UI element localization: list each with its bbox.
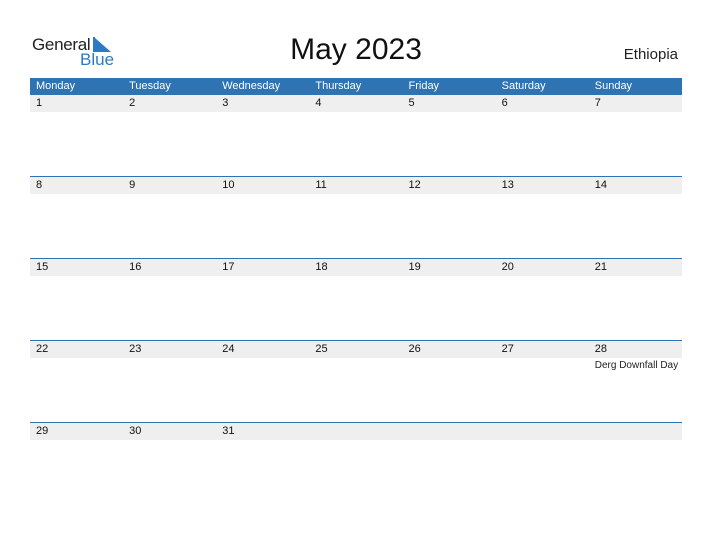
week-row: 29 30 31 [30,422,682,504]
day-number: 22 [36,343,49,355]
country-label: Ethiopia [623,46,678,63]
day-number: 26 [408,343,421,355]
day-event [403,276,496,278]
day-event [589,276,682,278]
day-event [589,440,682,442]
weekday-header: Monday Tuesday Wednesday Thursday Friday… [30,78,682,95]
day-number: 12 [408,179,421,191]
day-number: 20 [501,261,514,273]
calendar-grid: Monday Tuesday Wednesday Thursday Friday… [30,78,682,504]
day-number: 3 [222,97,229,109]
day-number: 24 [222,343,235,355]
day-number: 7 [594,97,601,109]
day-number [589,423,682,440]
day-event [216,276,309,278]
day-event [30,276,123,278]
day-event [123,358,216,371]
day-event [30,112,123,114]
day-event [403,194,496,196]
day-number: 21 [594,261,607,273]
day-number [309,423,402,440]
day-number [496,423,589,440]
day-number: 11 [315,179,327,191]
holiday-event: Derg Downfall Day [594,360,679,371]
day-number: 18 [315,261,328,273]
day-event [123,112,216,114]
day-event [496,112,589,114]
day-event [216,358,309,371]
week-row: 22 23 24 25 26 27 28 Derg Downfall Day [30,340,682,422]
day-event [589,194,682,196]
page-title: May 2023 [290,33,422,66]
day-number: 14 [594,179,607,191]
day-number: 2 [129,97,136,109]
week-row: 15 16 17 18 19 20 21 [30,258,682,340]
day-event [403,112,496,114]
day-event [216,440,309,442]
weekday-wednesday: Wednesday [222,80,281,92]
day-event [216,194,309,196]
day-number: 15 [36,261,49,273]
day-number: 1 [36,97,43,109]
day-event [309,440,402,442]
day-event [403,358,496,371]
day-event [496,276,589,278]
day-event [309,358,402,371]
day-event [30,194,123,196]
weekday-thursday: Thursday [315,80,362,92]
day-event [403,440,496,442]
week-row: 8 9 10 11 12 13 14 [30,176,682,258]
day-number: 25 [315,343,328,355]
day-event [309,112,402,114]
day-event [589,112,682,114]
week-row: 1 2 3 4 5 6 7 [30,95,682,176]
day-number: 9 [129,179,136,191]
weekday-friday: Friday [408,80,440,92]
weekday-saturday: Saturday [501,80,546,92]
day-number: 6 [501,97,508,109]
day-event [309,276,402,278]
day-event [123,440,216,442]
weekday-monday: Monday [36,80,76,92]
day-event [496,440,589,442]
day-event [496,358,589,371]
day-number: 23 [129,343,142,355]
day-number: 10 [222,179,235,191]
day-number: 16 [129,261,142,273]
day-number: 30 [129,425,142,437]
day-number: 5 [408,97,415,109]
day-number [403,423,496,440]
day-event [30,440,123,442]
day-number: 29 [36,425,49,437]
day-number: 8 [36,179,43,191]
day-number: 4 [315,97,322,109]
weekday-tuesday: Tuesday [129,80,171,92]
day-event [309,194,402,196]
day-event [216,112,309,114]
day-event [123,276,216,278]
day-event [123,194,216,196]
day-event [496,194,589,196]
day-number: 28 [594,343,607,355]
day-event [30,358,123,371]
day-number: 31 [222,425,235,437]
weekday-sunday: Sunday [594,80,633,92]
day-number: 17 [222,261,235,273]
day-number: 19 [408,261,421,273]
day-number: 13 [501,179,514,191]
day-number: 27 [501,343,514,355]
